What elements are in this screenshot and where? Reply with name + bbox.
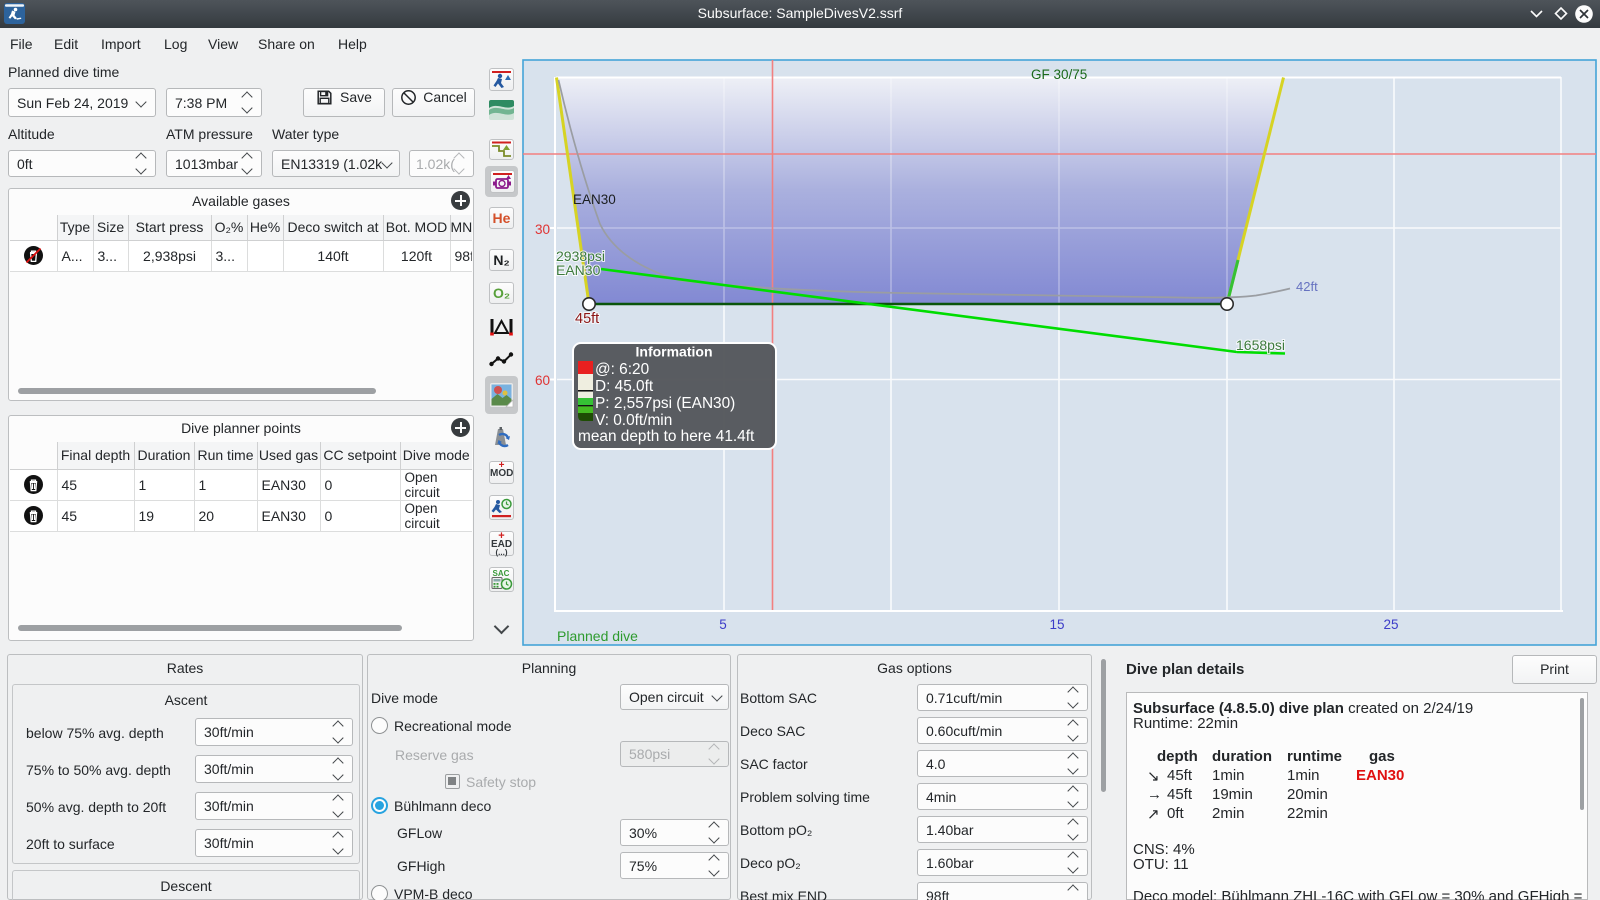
svg-text:5: 5 [719, 617, 727, 632]
svg-text:30: 30 [535, 222, 550, 237]
svg-text:GF 30/75: GF 30/75 [1031, 67, 1087, 82]
svg-text:V: 0.0ft/min: V: 0.0ft/min [595, 412, 672, 429]
svg-text:D: 45.0ft: D: 45.0ft [595, 378, 654, 395]
svg-text:45ft: 45ft [575, 311, 599, 327]
svg-text:@: 6:20: @: 6:20 [595, 361, 649, 378]
svg-text:SAC: SAC [493, 569, 510, 578]
svg-text:42ft: 42ft [1296, 279, 1318, 294]
svg-text:15: 15 [1049, 617, 1064, 632]
svg-text:25: 25 [1383, 617, 1398, 632]
svg-text:1658psi: 1658psi [1236, 337, 1285, 353]
svg-text:EAN30: EAN30 [556, 262, 601, 278]
svg-text:Information: Information [636, 344, 713, 360]
svg-text:P: 2,557psi (EAN30): P: 2,557psi (EAN30) [595, 395, 735, 412]
svg-text:mean depth to here 41.4ft: mean depth to here 41.4ft [578, 428, 755, 445]
svg-text:EAN30: EAN30 [573, 192, 616, 207]
svg-text:60: 60 [535, 373, 550, 388]
svg-text:Planned dive: Planned dive [557, 628, 638, 644]
